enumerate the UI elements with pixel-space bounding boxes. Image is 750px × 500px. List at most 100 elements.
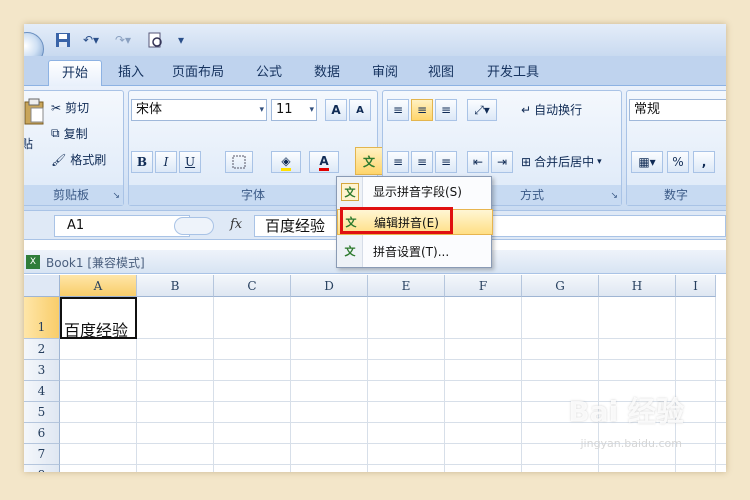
number-group: 常规 ▦▾ % , 数字 (626, 90, 726, 206)
currency-button[interactable]: ▦▾ (631, 151, 663, 173)
name-box[interactable]: A1 ▼ (54, 215, 203, 237)
wrap-text-label: 自动换行 (534, 103, 583, 117)
redo-icon[interactable]: ↷▾ (110, 31, 136, 49)
font-name-box[interactable]: 宋体 ▾ (131, 99, 267, 121)
shrink-font-button[interactable]: A (349, 99, 371, 121)
format-painter-button[interactable]: 🖌 格式刷 (51, 151, 106, 168)
row-header-2[interactable]: 2 (24, 339, 60, 360)
font-size-box[interactable]: 11 ▾ (271, 99, 317, 121)
row-header-6[interactable]: 6 (24, 423, 60, 444)
chevron-down-icon: ▾ (259, 105, 264, 115)
quick-access-toolbar: ↶▾ ↷▾ ▾ (24, 24, 726, 66)
tab-insert[interactable]: 插入 (108, 60, 154, 86)
save-icon[interactable] (54, 31, 72, 49)
number-format-box[interactable]: 常规 (629, 99, 726, 121)
cut-label: 剪切 (65, 101, 90, 115)
column-header-a[interactable]: A (60, 275, 137, 297)
paste-icon[interactable] (24, 97, 49, 127)
font-color-button[interactable]: A (309, 151, 339, 173)
column-header-d[interactable]: D (291, 275, 368, 297)
underline-button[interactable]: U (179, 151, 201, 173)
watermark-url: jingyan.baidu.com (580, 437, 682, 450)
customize-icon[interactable]: ▾ (174, 31, 188, 49)
grid-line (715, 297, 716, 472)
tab-developer[interactable]: 开发工具 (476, 60, 550, 86)
align-top-icon: ≡ (392, 103, 404, 117)
insert-function-button[interactable]: fx (230, 217, 242, 232)
tab-review[interactable]: 审阅 (362, 60, 408, 86)
merge-center-button[interactable]: ⊞ 合并后居中 ▾ (521, 153, 602, 170)
copy-button[interactable]: ⧉ 复制 (51, 125, 88, 142)
tab-page-layout[interactable]: 页面布局 (166, 60, 230, 86)
tab-formulas[interactable]: 公式 (246, 60, 292, 86)
grid-line (290, 297, 291, 472)
undo-icon[interactable]: ↶▾ (78, 31, 104, 49)
percent-button[interactable]: % (667, 151, 689, 173)
row-header-5[interactable]: 5 (24, 402, 60, 423)
tab-home[interactable]: 开始 (48, 60, 102, 86)
increase-indent-button[interactable]: ⇥ (491, 151, 513, 173)
cell-a1[interactable]: 百度经验 (60, 297, 137, 340)
decrease-indent-button[interactable]: ⇤ (467, 151, 489, 173)
phonetic-icon: 文 (362, 154, 375, 169)
alignment-launcher-icon[interactable]: ↘ (610, 191, 618, 201)
ribbon-tabs: 开始 插入 页面布局 公式 数据 审阅 视图 开发工具 (24, 56, 726, 86)
grid-line (60, 338, 726, 339)
column-header-b[interactable]: B (137, 275, 214, 297)
tab-view[interactable]: 视图 (418, 60, 464, 86)
phonetic-settings-label: 拼音设置(T)... (373, 245, 450, 259)
scissors-icon: ✂ (51, 100, 62, 115)
column-header-g[interactable]: G (522, 275, 599, 297)
font-size-value: 11 (276, 102, 293, 117)
row-header-3[interactable]: 3 (24, 360, 60, 381)
font-color-icon: A (319, 154, 329, 171)
clipboard-launcher-icon[interactable]: ↘ (112, 191, 120, 201)
orientation-icon: ⤢▾ (474, 102, 490, 117)
align-right-button[interactable]: ≡ (435, 151, 457, 173)
clipboard-label: 剪贴板 (24, 185, 123, 205)
wrap-text-icon: ↵ (521, 102, 532, 117)
align-middle-button[interactable]: ≡ (411, 99, 433, 121)
align-bottom-button[interactable]: ≡ (435, 99, 457, 121)
align-top-button[interactable]: ≡ (387, 99, 409, 121)
format-painter-label: 格式刷 (70, 153, 107, 167)
column-header-c[interactable]: C (214, 275, 291, 297)
cut-button[interactable]: ✂ 剪切 (51, 99, 89, 116)
formula-scroll-control[interactable] (174, 217, 214, 235)
workbook-title: Book1 [兼容模式] (46, 256, 145, 270)
row-header-7[interactable]: 7 (24, 444, 60, 465)
tab-data[interactable]: 数据 (304, 60, 350, 86)
row-header-4[interactable]: 4 (24, 381, 60, 402)
grid-line (60, 359, 726, 360)
highlight-annotation (340, 207, 453, 234)
column-header-e[interactable]: E (368, 275, 445, 297)
merge-center-label: 合并后居中 (534, 155, 595, 169)
orientation-button[interactable]: ⤢▾ (467, 99, 497, 121)
row-header-1[interactable]: 1 (24, 297, 60, 339)
excel-window: ↶▾ ↷▾ ▾ 开始 插入 页面布局 公式 数据 审阅 视图 开发工具 贴 ✂ 剪… (24, 24, 726, 472)
currency-icon: ▦▾ (638, 155, 656, 169)
bold-button[interactable]: B (131, 151, 153, 173)
number-group-label: 数字 (627, 185, 726, 205)
grid-line (60, 464, 726, 465)
border-button[interactable] (225, 151, 253, 173)
align-left-button[interactable]: ≡ (387, 151, 409, 173)
comma-button[interactable]: , (693, 151, 715, 173)
row-header-8[interactable]: 8 (24, 465, 60, 472)
italic-button[interactable]: I (155, 151, 177, 173)
fill-color-button[interactable]: ◈ (271, 151, 301, 173)
column-header-h[interactable]: H (599, 275, 676, 297)
column-header-f[interactable]: F (445, 275, 522, 297)
grow-font-button[interactable]: A (325, 99, 347, 121)
print-preview-icon[interactable] (142, 31, 168, 49)
select-all-button[interactable] (24, 275, 60, 297)
align-right-icon: ≡ (440, 155, 452, 169)
align-center-button[interactable]: ≡ (411, 151, 433, 173)
column-header-i[interactable]: I (676, 275, 716, 297)
wrap-text-button[interactable]: ↵ 自动换行 (521, 101, 582, 118)
menu-item-phonetic-settings[interactable]: 文 拼音设置(T)... (337, 239, 493, 265)
phonetic-button[interactable]: 文 (355, 147, 383, 175)
bold-icon: B (136, 155, 148, 169)
menu-item-show-phonetic[interactable]: 文 显示拼音字段(S) (337, 179, 493, 205)
paste-button[interactable]: 贴 (24, 135, 33, 152)
